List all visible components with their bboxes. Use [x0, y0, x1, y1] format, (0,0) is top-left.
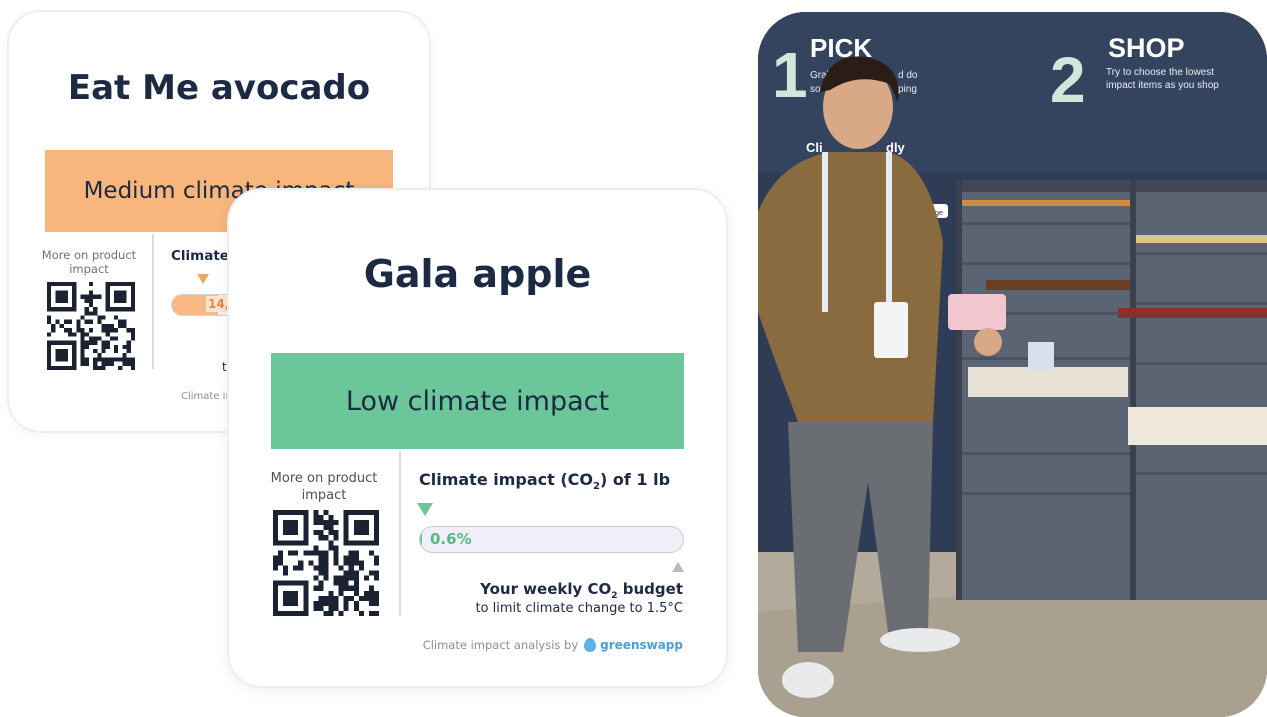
- analysis-by-label: Climate impact analysis by: [422, 638, 579, 652]
- avocado-more-on-label: More on product impact: [41, 248, 137, 276]
- apple-title: Gala apple: [363, 252, 592, 296]
- apple-more-on-label: More on product impact: [270, 471, 378, 503]
- step-1-partial-c: so: [810, 84, 821, 95]
- apple-impact-band: Low climate impact: [271, 353, 684, 449]
- booth-photo: 1 PICK Grab d do so ping Cli dly uide av…: [758, 12, 1267, 717]
- budget-end-marker: [672, 562, 684, 572]
- apple-qr-code[interactable]: [273, 510, 379, 616]
- apple-impact-card: Gala apple Low climate impact More on pr…: [227, 188, 728, 688]
- step-2-text: Try to choose the lowest impact items as…: [1106, 67, 1219, 91]
- avocado-qr-code[interactable]: [47, 282, 135, 370]
- apple-impact-bar: 0.6%: [419, 526, 684, 553]
- greenswapp-drop-icon: [584, 638, 597, 652]
- avocado-impact-marker: [197, 274, 209, 284]
- booth-photo-illustration: 1 PICK Grab d do so ping Cli dly uide av…: [758, 12, 1267, 717]
- apple-impact-value: 0.6%: [430, 530, 472, 548]
- apple-impact-heading: Climate impact (CO2) of 1 lb: [419, 470, 671, 493]
- avocado-footer: Climate in: [181, 391, 232, 402]
- step-1-partial-b: d do: [898, 70, 918, 81]
- step-2-title: SHOP: [1108, 33, 1185, 63]
- apple-impact-bar-fill: [420, 527, 423, 552]
- weekly-budget-label: Your weekly CO2 budget: [480, 580, 683, 601]
- avocado-title: Eat Me avocado: [67, 68, 371, 108]
- analysis-footer: Climate impact analysis by greenswapp: [423, 638, 683, 652]
- greenswapp-logo[interactable]: greenswapp: [584, 638, 683, 652]
- apple-impact-marker: [417, 503, 433, 516]
- avocado-partial-text: t: [222, 360, 227, 374]
- photo-partial-cli: Cli: [806, 140, 823, 155]
- greenswapp-brand: greenswapp: [600, 638, 683, 652]
- step-1-number: 1: [772, 39, 808, 111]
- climate-limit-label: to limit climate change to 1.5°C: [475, 601, 683, 616]
- apple-divider: [399, 451, 401, 616]
- step-1-partial-d: ping: [898, 84, 917, 95]
- avocado-impact-heading: Climate: [171, 248, 229, 264]
- avocado-divider: [152, 234, 154, 369]
- step-2-number: 2: [1050, 44, 1086, 116]
